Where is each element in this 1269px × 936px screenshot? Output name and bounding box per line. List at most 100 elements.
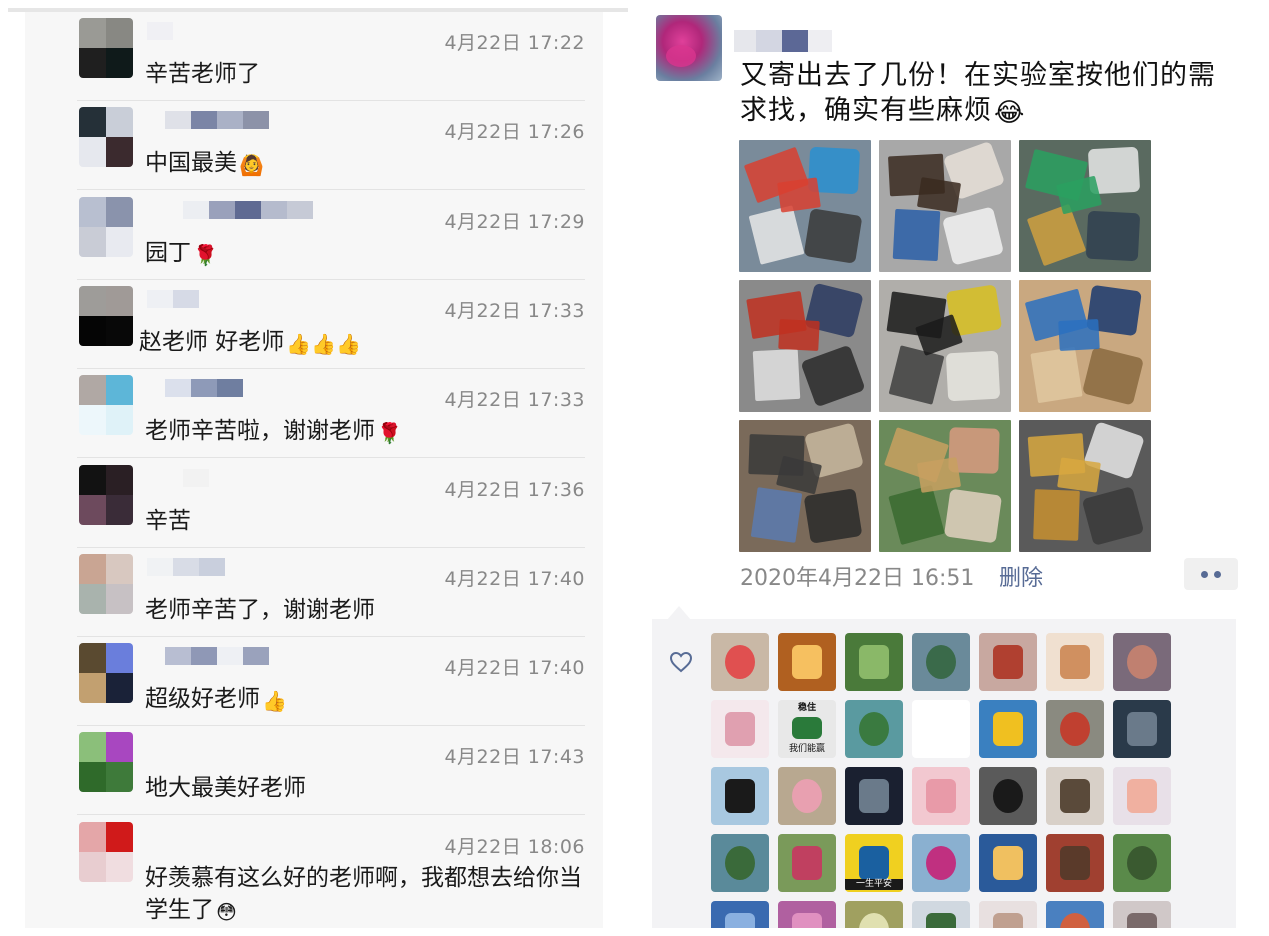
photo-detail — [778, 318, 820, 352]
avatar-image — [1060, 645, 1090, 679]
comments-list[interactable]: 4月22日 17:22 辛苦老师了 4月22日 17:26 中国最美 🙆 4月22日 17… — [25, 12, 603, 928]
comment-row[interactable]: 4月22日 17:29 园丁 🌹 — [77, 191, 585, 280]
box-with-bag-photo[interactable] — [1019, 280, 1151, 412]
avatar-image — [993, 913, 1023, 928]
comment-time: 4月22日 17:29 — [444, 210, 585, 233]
liker-avatar[interactable] — [979, 901, 1037, 928]
liker-avatar[interactable] — [711, 767, 769, 825]
comment-row[interactable]: 4月22日 17:40 老师辛苦了，谢谢老师 — [77, 548, 585, 637]
comment-time: 4月22日 17:33 — [444, 389, 585, 412]
liker-avatar[interactable] — [1046, 767, 1104, 825]
comment-body: 辛苦 — [145, 507, 191, 534]
avatar-image — [859, 913, 889, 928]
liker-avatar[interactable] — [1046, 901, 1104, 928]
liker-avatar[interactable] — [979, 700, 1037, 758]
likes-caret — [667, 606, 691, 620]
screenshot-collage: 4月22日 17:22 辛苦老师了 4月22日 17:26 中国最美 🙆 4月22日 17… — [0, 0, 1269, 936]
comment-row[interactable]: 4月22日 17:22 辛苦老师了 — [77, 12, 585, 101]
photo-detail — [916, 457, 962, 493]
package-wrapped-photo[interactable] — [739, 420, 871, 552]
commenter-avatar[interactable] — [79, 375, 133, 436]
drone-frame-photo[interactable] — [879, 140, 1011, 272]
commenter-avatar[interactable] — [79, 553, 133, 614]
liker-avatar[interactable] — [845, 633, 903, 691]
boxes-on-cart-photo[interactable] — [879, 420, 1011, 552]
tools-on-table-photo[interactable] — [739, 140, 871, 272]
liker-avatar[interactable] — [778, 901, 836, 928]
avatar-image — [792, 846, 822, 880]
liker-avatar[interactable] — [979, 633, 1037, 691]
comment-row[interactable]: 4月22日 17:40 超级好老师 👍 — [77, 637, 585, 727]
liker-avatar[interactable] — [1046, 633, 1104, 691]
liker-avatar[interactable] — [1113, 633, 1171, 691]
lab-bench-photo[interactable] — [1019, 140, 1151, 272]
comment-row[interactable]: 4月22日 17:33 老师辛苦啦，谢谢老师 🌹 — [77, 369, 585, 459]
commenter-avatar[interactable] — [79, 285, 133, 346]
liker-avatar[interactable] — [912, 633, 970, 691]
liker-avatar[interactable] — [1113, 901, 1171, 928]
avatar-image — [993, 779, 1023, 813]
liker-avatar[interactable] — [1113, 834, 1171, 892]
comment-text: 辛苦 — [145, 505, 191, 537]
poster-avatar[interactable] — [656, 15, 722, 81]
liker-avatar[interactable] — [778, 767, 836, 825]
comment-time: 4月22日 18:06 — [444, 835, 585, 858]
liker-avatar[interactable]: 一生平安 — [845, 834, 903, 892]
avatar-image — [792, 717, 822, 739]
avatar-image — [993, 645, 1023, 679]
electronics-board-photo[interactable] — [739, 280, 871, 412]
liker-avatar[interactable] — [845, 901, 903, 928]
commenter-avatar[interactable] — [79, 643, 133, 704]
comment-text: 中国最美 🙆 — [145, 147, 264, 179]
commenter-name-redacted — [147, 289, 199, 308]
comment-text: 老师辛苦了，谢谢老师 — [145, 594, 375, 626]
avatar-image — [792, 645, 822, 679]
liker-avatar[interactable] — [845, 767, 903, 825]
photo-detail — [777, 177, 821, 213]
liker-avatar[interactable] — [1046, 834, 1104, 892]
delete-link[interactable]: 删除 — [999, 560, 1043, 592]
liker-avatar[interactable] — [979, 834, 1037, 892]
commenter-avatar[interactable] — [79, 464, 133, 525]
avatar-image — [859, 645, 889, 679]
liker-avatar[interactable] — [979, 767, 1037, 825]
commenter-avatar[interactable] — [79, 196, 133, 257]
comment-row[interactable]: 4月22日 17:43 地大最美好老师 — [77, 726, 585, 816]
liker-avatar[interactable] — [912, 700, 970, 758]
liker-avatar[interactable] — [711, 834, 769, 892]
photo-detail — [945, 350, 1001, 402]
liker-avatar[interactable] — [711, 901, 769, 928]
liker-avatar[interactable] — [1113, 700, 1171, 758]
comment-row[interactable]: 4月22日 18:06 好羡慕有这么好的老师啊，我都想去给你当学生了 😳 — [77, 816, 585, 923]
liker-avatar[interactable] — [711, 633, 769, 691]
liker-avatar[interactable] — [711, 700, 769, 758]
liker-avatar[interactable] — [778, 834, 836, 892]
photo-detail — [916, 177, 962, 213]
liker-avatar[interactable] — [1046, 700, 1104, 758]
boxes-on-floor-photo[interactable] — [1019, 420, 1151, 552]
cables-tangle-photo[interactable] — [879, 280, 1011, 412]
avatar-image — [1127, 779, 1157, 813]
photo-detail — [800, 344, 866, 408]
comment-time: 4月22日 17:40 — [444, 567, 585, 590]
liker-avatar[interactable] — [1113, 767, 1171, 825]
liker-avatar[interactable] — [912, 901, 970, 928]
comment-body: 超级好老师 — [145, 686, 260, 713]
commenter-avatar[interactable] — [79, 107, 133, 168]
comment-row[interactable]: 4月22日 17:33 赵老师 好老师 👍👍👍 — [77, 280, 585, 369]
liker-avatar[interactable] — [778, 633, 836, 691]
more-options-button[interactable] — [1184, 558, 1238, 590]
commenter-avatar[interactable] — [79, 821, 133, 882]
comment-row[interactable]: 4月22日 17:36 辛苦 — [77, 459, 585, 548]
liker-avatar[interactable]: 稳住 我们能赢 — [778, 700, 836, 758]
liker-avatar[interactable] — [912, 767, 970, 825]
comment-emoji: 🌹 — [193, 242, 218, 267]
post-date: 2020年4月22日 16:51 — [740, 566, 975, 591]
comment-row[interactable]: 4月22日 17:26 中国最美 🙆 — [77, 101, 585, 191]
avatar-image — [1127, 645, 1157, 679]
more-dot-icon — [1201, 570, 1208, 578]
commenter-avatar[interactable] — [79, 732, 133, 793]
commenter-avatar[interactable] — [79, 18, 133, 78]
liker-avatar[interactable] — [845, 700, 903, 758]
liker-avatar[interactable] — [912, 834, 970, 892]
